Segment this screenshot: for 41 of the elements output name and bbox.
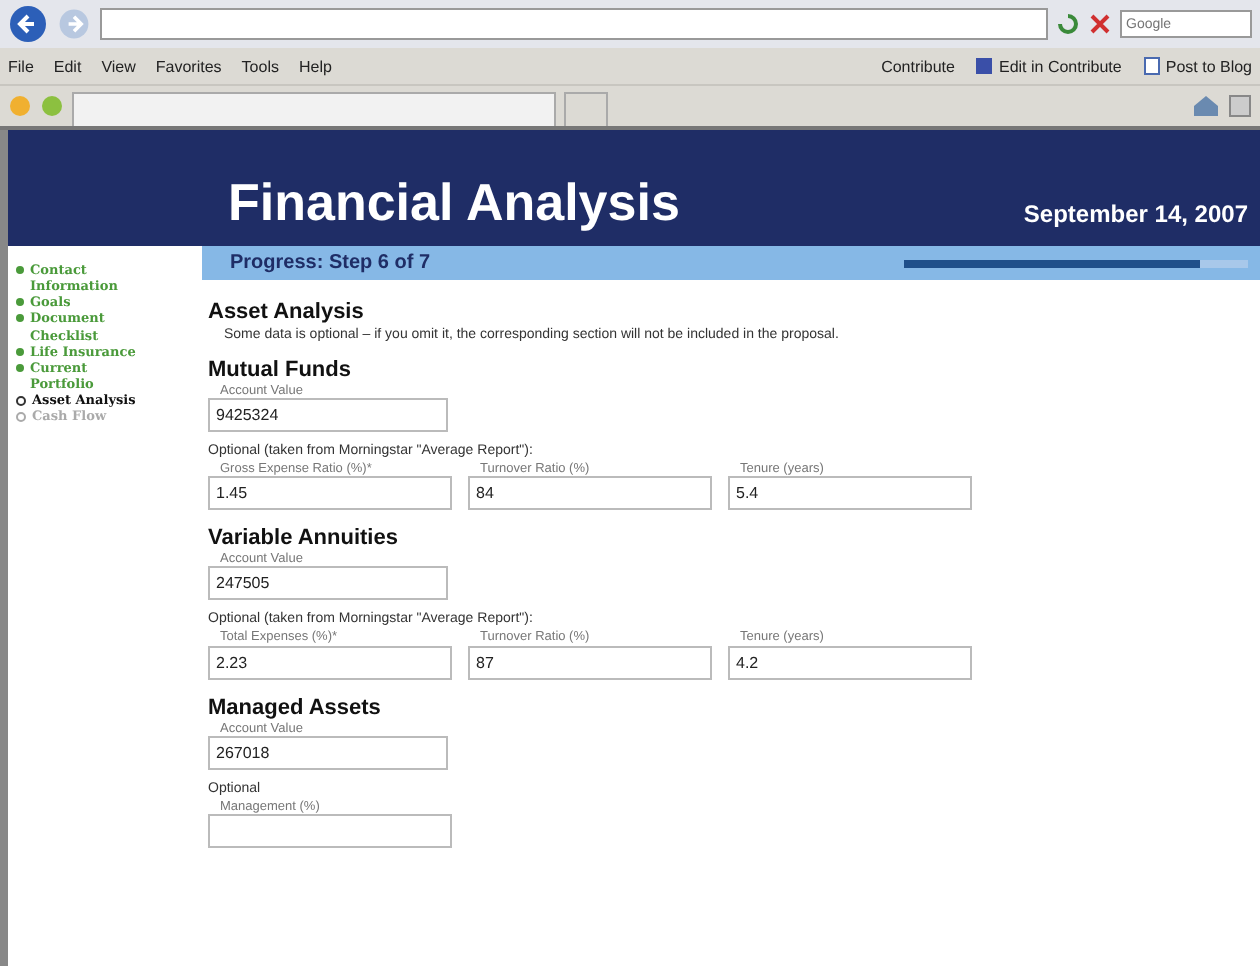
section-heading: Asset Analysis (208, 300, 366, 324)
bullet-icon (16, 363, 24, 372)
new-tab-button[interactable] (564, 92, 608, 126)
bullet-icon (16, 314, 24, 323)
input-field[interactable]: 9425324 (208, 398, 448, 433)
home-icon[interactable] (1192, 94, 1220, 118)
page-title: Financial Analysis (228, 172, 682, 234)
toolbar-link[interactable]: Post to Blog (1165, 57, 1252, 75)
address-field[interactable] (100, 8, 1048, 40)
input-field[interactable]: 2.23 (208, 645, 452, 680)
group-heading: Mutual Funds (208, 358, 353, 382)
bullet-icon (16, 412, 26, 423)
input-field[interactable]: 84 (468, 476, 712, 511)
input-field[interactable] (208, 813, 452, 848)
page-date: September 14, 2007 (1023, 200, 1248, 232)
bullet-icon (16, 347, 24, 356)
input-field[interactable]: 87 (468, 645, 712, 680)
menu-item[interactable]: Help (298, 57, 332, 75)
forward-icon[interactable] (56, 6, 92, 42)
input-field[interactable]: 247505 (208, 566, 448, 601)
toolbar-link[interactable]: Contribute (881, 57, 955, 75)
input-field[interactable]: 5.4 (728, 476, 972, 511)
menu-item[interactable]: Edit (53, 57, 82, 75)
menu-item[interactable]: File (8, 57, 34, 75)
group-heading: Variable Annuities (208, 526, 400, 551)
menu-item[interactable]: View (101, 57, 136, 75)
input-field[interactable]: 4.2 (728, 645, 972, 680)
bullet-icon (16, 298, 24, 307)
input-field[interactable]: 1.45 (208, 476, 452, 511)
close-icon[interactable] (1088, 12, 1112, 36)
toolbar-link[interactable]: Edit in Contribute (998, 57, 1122, 75)
refresh-icon[interactable] (1056, 12, 1080, 36)
browser-tab[interactable] (72, 92, 556, 126)
back-icon[interactable] (8, 4, 48, 44)
progress-label: Progress: Step 6 of 7 (230, 252, 433, 274)
bullet-icon (16, 396, 26, 406)
bullet-icon (16, 266, 24, 274)
menu-item[interactable]: Tools (241, 57, 279, 75)
input-field[interactable]: 267018 (208, 735, 448, 770)
menu-item[interactable]: Favorites (155, 57, 222, 75)
group-heading: Managed Assets (208, 695, 383, 720)
